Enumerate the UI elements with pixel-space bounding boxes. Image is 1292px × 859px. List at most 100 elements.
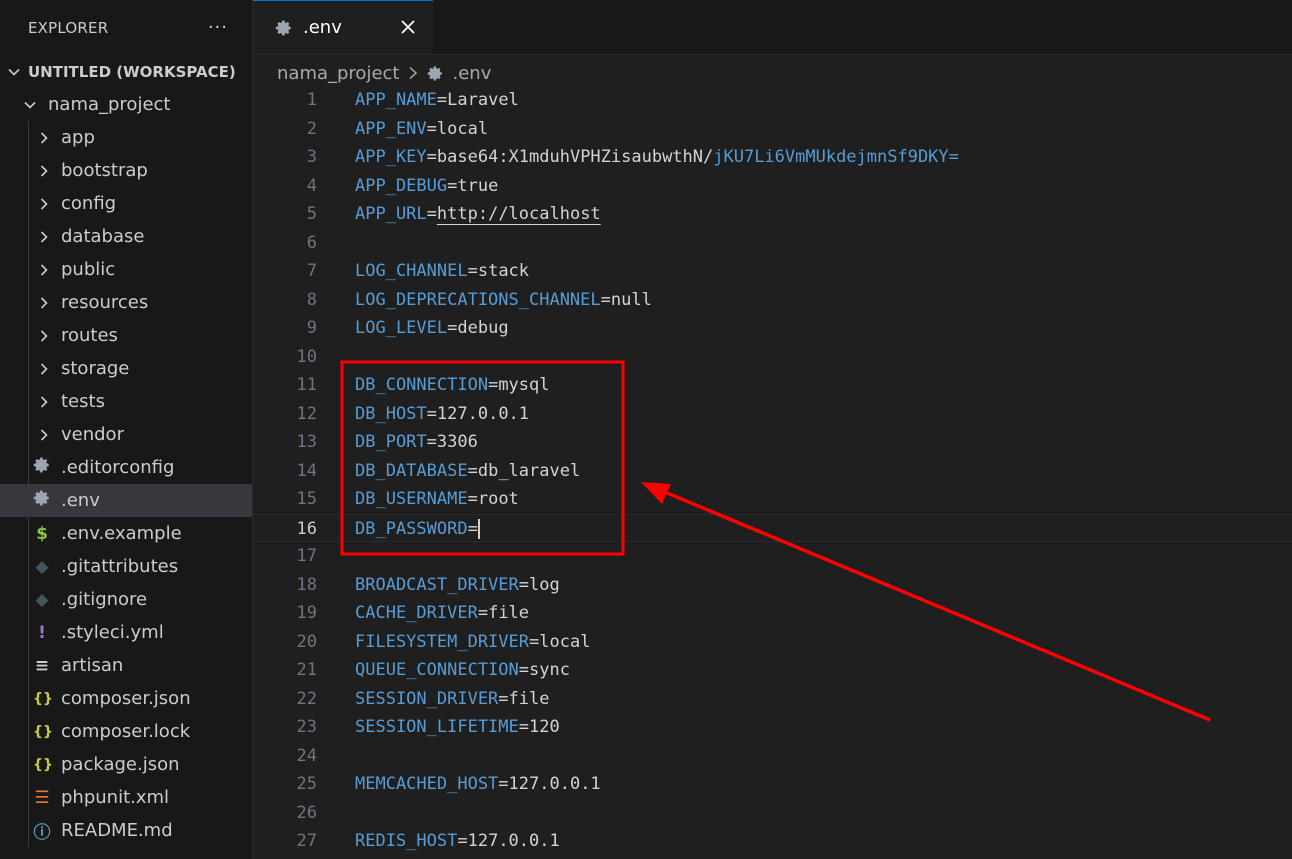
folder-storage[interactable]: storage [0,352,252,385]
dollar-icon: $ [36,523,48,544]
env-value[interactable]: http://localhost [437,204,601,224]
env-key: CACHE_DRIVER [355,603,478,623]
code-line: 16 DB_PASSWORD= [253,513,1292,544]
code-line: 27 REDIS_HOST=127.0.0.1 [253,827,1292,856]
code-line: 3 APP_KEY=base64:X1mduhVPHZisaubwthN/jKU7… [253,143,1292,172]
env-value: sync [529,660,570,680]
breadcrumb-folder[interactable]: nama_project [277,63,399,84]
folder-label: tests [61,391,105,412]
tab-bar: .env [253,0,1292,55]
code-editor[interactable]: 1 APP_NAME=Laravel 2 APP_ENV=local 3 APP_KEY=… [253,86,1292,859]
line-number: 9 [306,318,317,338]
code-line: 7 LOG_CHANNEL=stack [253,257,1292,286]
folder-label: resources [61,292,149,313]
code-line: 19 CACHE_DRIVER=file [253,599,1292,628]
yaml-icon: ! [38,622,46,643]
file-item[interactable]: $ .env.example [0,517,252,550]
env-key: SESSION_LIFETIME [355,717,519,737]
chevron-down-icon [6,64,22,80]
line-number: 16 [296,518,317,539]
more-actions-icon[interactable]: ··· [208,17,228,38]
env-key: BROADCAST_DRIVER [355,574,519,595]
equals-sign: = [426,118,437,139]
file-label: package.json [61,754,180,775]
file-item[interactable]: .editorconfig [0,451,252,484]
folder-label: app [61,127,95,148]
folder-resources[interactable]: resources [0,286,252,319]
code-text: QUEUE_CONNECTION=sync [355,656,570,685]
file-item[interactable]: ◆ .gitattributes [0,550,252,583]
file-item[interactable]: ⓘ README.md [0,814,252,847]
code-text: APP_ENV=local [355,115,488,144]
workspace-section[interactable]: UNTITLED (WORKSPACE) [0,55,252,88]
code-line: 25 MEMCACHED_HOST=127.0.0.1 [253,770,1292,799]
env-value: log [529,574,560,595]
chevron-right-icon [36,196,52,212]
line-number: 12 [296,403,317,424]
equals-sign: = [518,660,530,680]
close-icon[interactable] [397,16,419,38]
line-number: 2 [306,118,317,139]
project-folder[interactable]: nama_project [0,88,252,121]
file-item[interactable]: {} package.json [0,748,252,781]
folder-config[interactable]: config [0,187,252,220]
folder-routes[interactable]: routes [0,319,252,352]
equals-sign: = [467,489,478,509]
line-number: 24 [296,745,317,766]
env-value: 127.0.0.1 [436,403,530,424]
file-item[interactable]: ≡ artisan [0,649,252,682]
file-label: .env [61,490,100,511]
code-line: 9 LOG_LEVEL=debug [253,314,1292,343]
tab-env[interactable]: .env [253,0,433,54]
explorer-title: EXPLORER [28,18,109,37]
equals-sign: = [457,831,468,851]
env-value: debug [457,318,509,338]
folder-vendor[interactable]: vendor [0,418,252,451]
file-item[interactable]: {} composer.json [0,682,252,715]
chevron-right-icon [36,262,52,278]
folder-bootstrap[interactable]: bootstrap [0,154,252,187]
chevron-right-icon [36,130,52,146]
chevron-down-icon [22,97,38,113]
code-line: 4 APP_DEBUG=true [253,172,1292,201]
line-number: 11 [296,375,317,395]
project-tree: app bootstrap config database public resource… [0,121,252,847]
code-text: LOG_CHANNEL=stack [355,257,529,286]
code-text: REDIS_HOST=127.0.0.1 [355,827,560,856]
line-number: 27 [296,831,317,851]
breadcrumb-file[interactable]: .env [452,63,491,84]
env-key: APP_ENV [355,118,427,139]
folder-label: routes [61,325,118,346]
file-item[interactable]: ! .styleci.yml [0,616,252,649]
env-key: DB_PASSWORD [355,518,468,539]
line-number: 26 [296,802,317,823]
code-line: 18 BROADCAST_DRIVER=log [253,571,1292,600]
code-text: FILESYSTEM_DRIVER=local [355,628,590,657]
folder-public[interactable]: public [0,253,252,286]
equals-sign: = [518,574,530,595]
code-line: 2 APP_ENV=local [253,115,1292,144]
code-text: DB_USERNAME=root [355,485,519,514]
code-text: DB_CONNECTION=mysql [355,371,550,400]
explorer-header: EXPLORER ··· [0,0,252,55]
line-number: 25 [296,774,317,794]
code-line: 5 APP_URL=http://localhost [253,200,1292,229]
folder-label: storage [61,358,130,379]
folder-tests[interactable]: tests [0,385,252,418]
file-item[interactable]: {} composer.lock [0,715,252,748]
file-item[interactable]: ☰ phpunit.xml [0,781,252,814]
code-text: DB_PASSWORD= [355,515,480,544]
code-text: BROADCAST_DRIVER=log [355,571,560,600]
env-key: FILESYSTEM_DRIVER [355,631,529,652]
file-item[interactable]: ◆ .gitignore [0,583,252,616]
env-value: Laravel [447,90,519,110]
explorer-sidebar: EXPLORER ··· UNTITLED (WORKSPACE) nama_p… [0,0,253,859]
folder-database[interactable]: database [0,220,252,253]
chevron-right-icon [36,295,52,311]
gear-icon [428,65,443,81]
line-number: 5 [306,204,317,224]
chevron-right-icon [36,328,52,344]
folder-app[interactable]: app [0,121,252,154]
line-number: 21 [296,660,317,680]
file-item[interactable]: .env [0,484,252,517]
